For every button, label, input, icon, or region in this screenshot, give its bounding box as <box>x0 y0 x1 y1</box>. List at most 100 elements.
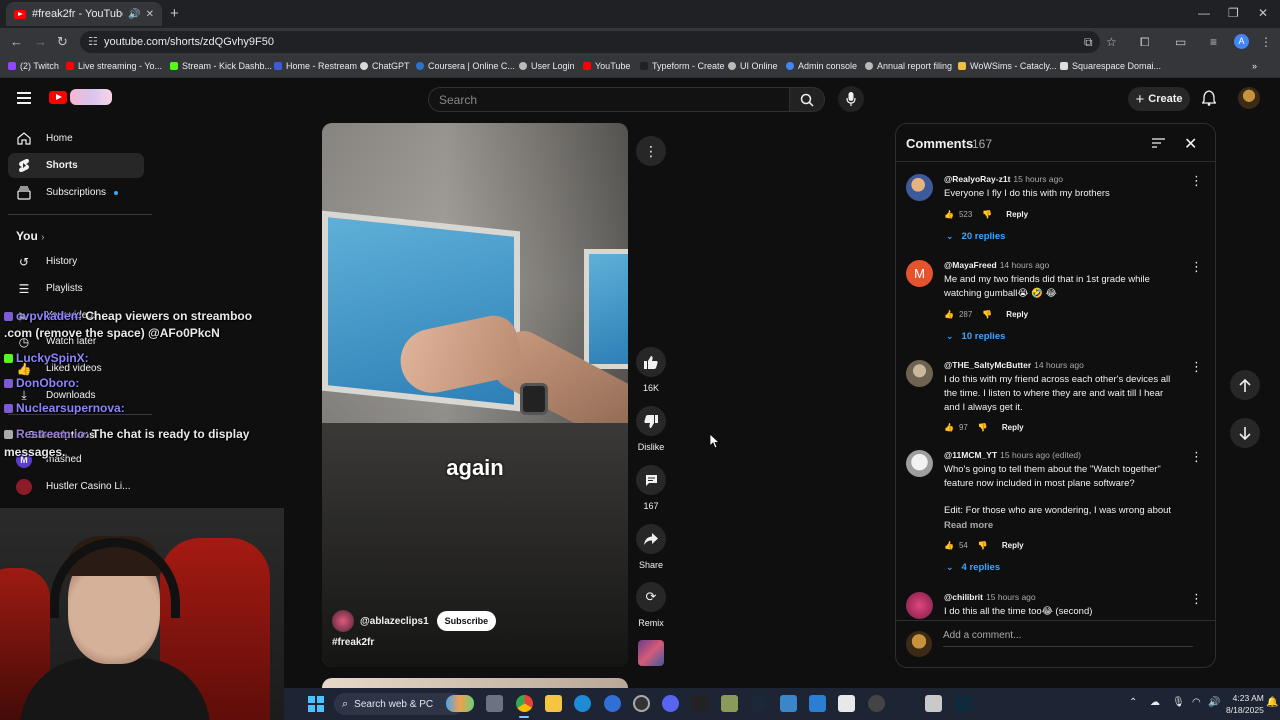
reply-button[interactable]: Reply <box>1002 541 1024 550</box>
thumb-down-icon[interactable]: 👎 <box>978 423 988 432</box>
youtube-logo[interactable] <box>49 91 67 104</box>
more-options-button[interactable]: ⋮ <box>636 136 666 166</box>
reply-button[interactable]: Reply <box>1006 210 1028 219</box>
sidebar-item-playlists[interactable]: ☰ Playlists <box>8 276 144 301</box>
notepad-icon[interactable] <box>838 695 855 712</box>
task-view-icon[interactable] <box>486 695 503 712</box>
app-icon[interactable] <box>925 695 942 712</box>
comment-time[interactable]: 14 hours ago <box>1000 260 1050 270</box>
account-avatar[interactable] <box>1238 87 1260 109</box>
bookmark-item[interactable]: Squarespace Domai... <box>1060 61 1161 71</box>
close-tab-icon[interactable]: ✕ <box>146 9 154 20</box>
comment-menu-icon[interactable]: ⋮ <box>1190 592 1203 605</box>
video-hashtag[interactable]: #freak2fr <box>332 637 374 648</box>
comment-menu-icon[interactable]: ⋮ <box>1190 450 1203 463</box>
comment-author[interactable]: @RealyoRay-z1t <box>944 174 1010 184</box>
thumb-up-icon[interactable]: 👍 <box>944 541 954 550</box>
bookmark-item[interactable]: Typeform - Create <box>640 61 725 71</box>
close-window-icon[interactable]: ✕ <box>1258 6 1268 20</box>
reply-button[interactable]: Reply <box>1002 423 1024 432</box>
bookmark-item[interactable]: YouTube <box>583 61 630 71</box>
next-short-button[interactable] <box>1230 418 1260 448</box>
notifications-icon[interactable]: 🔔 <box>1266 697 1278 708</box>
close-icon[interactable]: ✕ <box>1184 134 1197 154</box>
bookmark-item[interactable]: Home - Restream <box>274 61 357 71</box>
taskbar-search[interactable]: ⌕ Search web & PC <box>334 693 464 715</box>
search-input[interactable]: Search <box>428 87 790 112</box>
sound-thumbnail[interactable] <box>638 640 664 666</box>
comment-avatar[interactable]: M <box>906 260 933 287</box>
microphone-icon[interactable]: 🎙 <box>1172 697 1185 708</box>
bookmark-item[interactable]: Coursera | Online C... <box>416 61 515 71</box>
profile-avatar[interactable]: A <box>1234 34 1249 49</box>
reply-button[interactable]: Reply <box>1006 310 1028 319</box>
bookmark-item[interactable]: Annual report filing <box>865 61 952 71</box>
like-button[interactable]: 16K <box>636 347 666 393</box>
new-tab-icon[interactable]: + <box>170 5 179 22</box>
app-icon[interactable] <box>868 695 885 712</box>
sidebar-item-home[interactable]: Home <box>8 126 144 151</box>
more-bookmarks-icon[interactable]: » <box>1252 61 1257 71</box>
comment-time[interactable]: 14 hours ago <box>1034 360 1084 370</box>
view-replies-button[interactable]: ⌄ 10 replies <box>946 331 1005 342</box>
comment-avatar[interactable] <box>906 174 933 201</box>
extensions-icon[interactable]: ⧠ <box>1140 35 1150 50</box>
youtube-doodle[interactable] <box>70 89 112 105</box>
steam-icon[interactable] <box>750 695 767 712</box>
view-replies-button[interactable]: ⌄ 20 replies <box>946 231 1005 242</box>
system-clock[interactable]: 4:23 AM 8/18/2025 <box>1226 692 1264 716</box>
sidepanel-icon[interactable]: ▭ <box>1175 35 1186 49</box>
subscribe-button[interactable]: Subscribe <box>436 611 497 631</box>
comments-button[interactable]: 167 <box>636 465 666 511</box>
thumb-down-icon[interactable]: 👎 <box>982 210 992 219</box>
audio-icon[interactable]: 🔊 <box>128 9 140 20</box>
url-bar[interactable]: ☷ youtube.com/shorts/zdQGvhy9F50 <box>80 31 1100 53</box>
notifications-bell-icon[interactable] <box>1202 90 1216 106</box>
bookmark-star-icon[interactable]: ☆ <box>1106 35 1117 49</box>
search-button[interactable] <box>789 87 825 112</box>
comment-author[interactable]: @chilibrit <box>944 592 983 602</box>
wifi-icon[interactable]: ◠ <box>1192 697 1201 708</box>
app-icon[interactable] <box>955 695 972 712</box>
channel-avatar[interactable] <box>332 610 354 632</box>
chrome-icon[interactable] <box>516 695 533 712</box>
browser-menu-icon[interactable]: ⋮ <box>1260 35 1272 49</box>
forward-icon[interactable]: → <box>34 34 47 49</box>
shorts-video-player[interactable]: again @ablazeclips1 Subscribe #freak2fr <box>322 123 628 667</box>
reload-icon[interactable]: ↻ <box>57 34 68 50</box>
minimize-icon[interactable]: — <box>1198 6 1210 20</box>
maximize-icon[interactable]: ❐ <box>1228 6 1239 20</box>
media-controls-icon[interactable]: ≡ <box>1210 35 1217 49</box>
discord-icon[interactable] <box>662 695 679 712</box>
bookmark-item[interactable]: UI Online <box>728 61 778 71</box>
install-icon[interactable]: ⧉ <box>1084 35 1093 50</box>
bookmark-item[interactable]: Admin console <box>786 61 857 71</box>
thumb-up-icon[interactable]: 👍 <box>944 423 954 432</box>
comment-author[interactable]: @MayaFreed <box>944 260 997 270</box>
thumb-down-icon[interactable]: 👎 <box>982 310 992 319</box>
thumb-up-icon[interactable]: 👍 <box>944 210 954 219</box>
bookmark-item[interactable]: Live streaming - Yo... <box>66 61 162 71</box>
bookmark-item[interactable]: Stream - Kick Dashb... <box>170 61 272 71</box>
menu-icon[interactable] <box>17 92 31 107</box>
tray-chevron-icon[interactable]: ⌃ <box>1129 697 1137 708</box>
dislike-button[interactable]: Dislike <box>636 406 666 452</box>
comment-time[interactable]: 15 hours ago (edited) <box>1000 450 1081 460</box>
voice-search-button[interactable] <box>838 86 864 112</box>
volume-icon[interactable]: 🔊 <box>1208 697 1220 708</box>
sidebar-item-history[interactable]: ↺ History <box>8 249 144 274</box>
app-icon[interactable] <box>604 695 621 712</box>
comment-author[interactable]: @THE_SaltyMcButter <box>944 360 1031 370</box>
create-button[interactable]: + Create <box>1128 87 1190 111</box>
epic-games-icon[interactable] <box>691 695 708 712</box>
back-icon[interactable]: ← <box>10 34 23 49</box>
share-button[interactable]: Share <box>636 524 666 570</box>
remix-button[interactable]: ⟳ Remix <box>636 582 666 628</box>
tray-app-icon[interactable]: ☁ <box>1150 697 1160 708</box>
view-replies-button[interactable]: ⌄ 4 replies <box>946 562 1000 573</box>
bookmark-item[interactable]: ChatGPT <box>360 61 410 71</box>
comment-menu-icon[interactable]: ⋮ <box>1190 260 1203 273</box>
app-icon[interactable] <box>809 695 826 712</box>
comment-menu-icon[interactable]: ⋮ <box>1190 360 1203 373</box>
comment-avatar[interactable] <box>906 360 933 387</box>
